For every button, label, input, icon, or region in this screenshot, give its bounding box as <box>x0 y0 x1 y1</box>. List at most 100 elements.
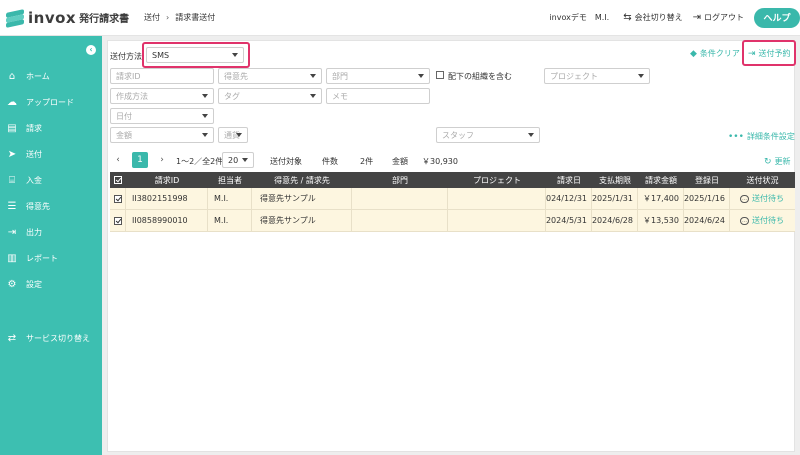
column-header[interactable]: 支払期限 <box>592 172 638 188</box>
invoice-id-cell[interactable]: II3802151998 <box>126 188 208 209</box>
table-row[interactable]: II0858990010 M.I. 得意先サンプル 2024/5/31 2024… <box>110 210 795 232</box>
count-value: 2件 <box>360 157 374 166</box>
breadcrumb-item-invoice-send: 請求書送付 <box>175 13 216 22</box>
schedule-send-icon: ⇥ <box>748 48 756 59</box>
column-header[interactable]: 部門 <box>352 172 448 188</box>
sidebar-item-export[interactable]: ⇥ 出力 <box>0 222 102 242</box>
app-logo[interactable]: invox 発行請求書 <box>6 8 144 28</box>
user-org: invoxデモ <box>549 13 587 22</box>
customer-select[interactable]: 得意先 <box>218 68 322 84</box>
sidebar-item-settings[interactable]: ⚙ 設定 <box>0 274 102 294</box>
include-sub-orgs-checkbox[interactable] <box>436 71 444 79</box>
send-status-cell[interactable]: … 送付待ち <box>730 210 795 231</box>
department-select[interactable]: 部門 <box>326 68 430 84</box>
document-icon: ▤ <box>7 122 17 134</box>
sidebar-item-customers[interactable]: ☰ 得意先 <box>0 196 102 216</box>
tag-placeholder: タグ <box>224 91 240 101</box>
chevron-down-icon <box>310 94 316 98</box>
prev-page-button[interactable]: ‹ <box>110 152 126 168</box>
breadcrumb-separator-icon: › <box>166 13 170 22</box>
collapse-sidebar-icon[interactable]: ‹ <box>86 45 96 55</box>
project-cell <box>448 188 546 209</box>
refresh-link[interactable]: ↻ 更新 <box>764 156 791 167</box>
sidebar-item-switch-service[interactable]: ⇄ サービス切り替え <box>0 328 102 348</box>
chevron-down-icon <box>202 114 208 118</box>
column-header[interactable]: 請求ID <box>126 172 208 188</box>
switch-icon: ⇄ <box>7 332 17 344</box>
invoice-table: 請求ID 担当者 得意先 / 請求先 部門 プロジェクト 請求日 支払期限 請求… <box>110 172 795 232</box>
invoice-id-cell[interactable]: II0858990010 <box>126 210 208 231</box>
invoice-id-input[interactable]: 請求ID <box>110 68 214 84</box>
clear-conditions-link[interactable]: ◆ 条件クリア <box>690 48 740 59</box>
logout-link[interactable]: ⇥ ログアウト <box>693 12 744 23</box>
staff-cell: M.I. <box>208 210 252 231</box>
column-header[interactable]: 請求金額 <box>638 172 684 188</box>
select-all-checkbox[interactable] <box>110 172 126 188</box>
date-select[interactable]: 日付 <box>110 108 214 124</box>
switch-company-link[interactable]: ⇆ 会社切り替え <box>623 12 682 23</box>
checkbox-checked-icon <box>113 194 122 203</box>
amount-select[interactable]: 金額 <box>110 127 214 143</box>
due-date-cell: 2025/1/31 <box>592 188 638 209</box>
sidebar-item-payment[interactable]: ⌸ 入金 <box>0 170 102 190</box>
page-1-button[interactable]: 1 <box>132 152 148 168</box>
project-placeholder: プロジェクト <box>550 71 598 81</box>
clear-conditions-label: 条件クリア <box>699 49 740 58</box>
schedule-send-button[interactable]: ⇥ 送付予約 <box>748 48 791 59</box>
column-header[interactable]: プロジェクト <box>448 172 546 188</box>
customer-cell: 得意先サンプル <box>252 210 352 231</box>
sidebar-item-home[interactable]: ⌂ ホーム <box>0 66 102 86</box>
staff-placeholder: スタッフ <box>442 130 474 140</box>
table-row[interactable]: II3802151998 M.I. 得意先サンプル 2024/12/31 202… <box>110 188 795 210</box>
next-page-button[interactable]: › <box>154 152 170 168</box>
chevron-down-icon <box>232 53 238 57</box>
home-icon: ⌂ <box>8 70 16 82</box>
chevron-down-icon <box>528 133 534 137</box>
tag-select[interactable]: タグ <box>218 88 322 104</box>
sidebar-item-upload[interactable]: ☁ アップロード <box>0 92 102 112</box>
app-header: invox 発行請求書 送付 › 請求書送付 invoxデモ M.I. ⇆ 会社切… <box>0 0 800 36</box>
sidebar-item-label: ホーム <box>26 71 50 81</box>
status-badge[interactable]: … 送付待ち <box>740 215 784 226</box>
creation-method-select[interactable]: 作成方法 <box>110 88 214 104</box>
invoice-date-cell: 2024/5/31 <box>546 210 592 231</box>
staff-select[interactable]: スタッフ <box>436 127 540 143</box>
amount-cell: ￥13,530 <box>638 210 684 231</box>
page-size-select[interactable]: 20 <box>222 152 254 168</box>
advanced-settings-link[interactable]: ••• 詳細条件設定 <box>728 131 795 142</box>
chevron-down-icon <box>638 74 644 78</box>
status-label: 送付待ち <box>752 216 784 225</box>
send-icon: ➤ <box>7 148 17 160</box>
date-placeholder: 日付 <box>116 111 132 121</box>
sidebar-item-label: 設定 <box>26 279 42 289</box>
amount-cell: ￥17,400 <box>638 188 684 209</box>
column-header[interactable]: 担当者 <box>208 172 252 188</box>
chevron-down-icon <box>310 74 316 78</box>
column-header[interactable]: 請求日 <box>546 172 592 188</box>
logo-text: invox <box>28 8 77 27</box>
send-status-cell[interactable]: … 送付待ち <box>730 188 795 209</box>
row-checkbox[interactable] <box>110 188 126 209</box>
column-header[interactable]: 得意先 / 請求先 <box>252 172 352 188</box>
memo-input[interactable]: メモ <box>326 88 430 104</box>
column-header[interactable]: 登録日 <box>684 172 730 188</box>
row-checkbox[interactable] <box>110 210 126 231</box>
sidebar-item-label: 出力 <box>26 227 42 237</box>
send-method-select[interactable]: SMS <box>146 47 244 63</box>
chevron-down-icon <box>236 133 242 137</box>
breadcrumb: 送付 › 請求書送付 <box>144 12 215 23</box>
help-button[interactable]: ヘルプ <box>754 7 800 28</box>
checkbox-checked-icon <box>114 176 122 184</box>
logout-label: ログアウト <box>704 13 744 22</box>
project-select[interactable]: プロジェクト <box>544 68 650 84</box>
sidebar-item-invoice[interactable]: ▤ 請求 <box>0 118 102 138</box>
logo-subtitle: 発行請求書 <box>79 14 130 25</box>
status-badge[interactable]: … 送付待ち <box>740 193 784 204</box>
schedule-send-label: 送付予約 <box>758 49 791 58</box>
sidebar-item-report[interactable]: ▥ レポート <box>0 248 102 268</box>
column-header[interactable]: 送付状況 <box>730 172 795 188</box>
table-header: 請求ID 担当者 得意先 / 請求先 部門 プロジェクト 請求日 支払期限 請求… <box>110 172 795 188</box>
breadcrumb-item-send[interactable]: 送付 <box>144 12 160 23</box>
currency-select[interactable]: 通貨 <box>218 127 248 143</box>
sidebar-item-send[interactable]: ➤ 送付 <box>0 144 102 164</box>
